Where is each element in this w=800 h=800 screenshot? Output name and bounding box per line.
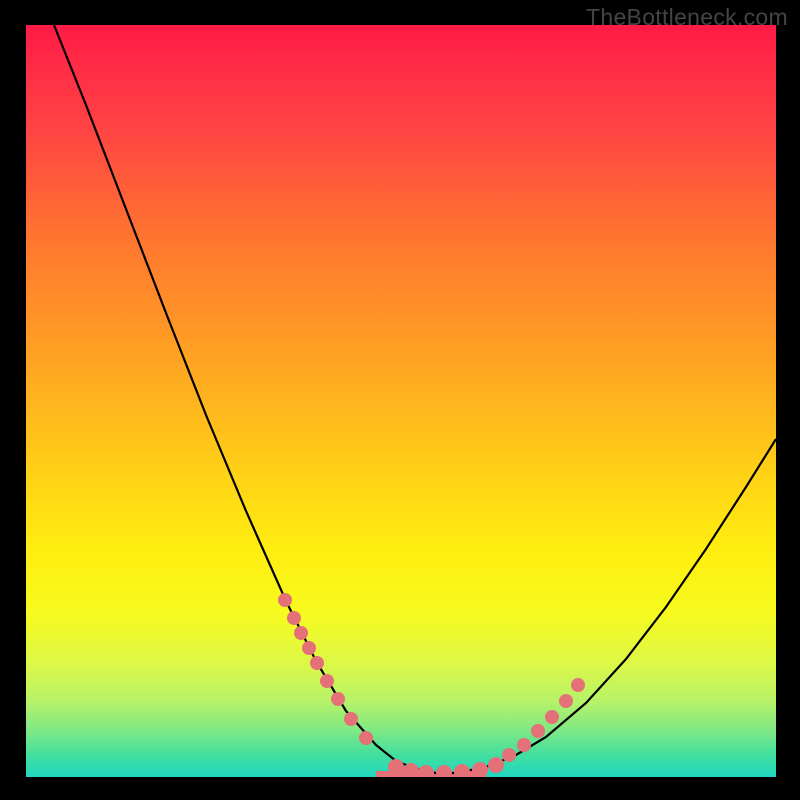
marker-dot — [278, 593, 292, 607]
marker-dot — [472, 762, 488, 777]
marker-dot — [294, 626, 308, 640]
marker-dot — [287, 611, 301, 625]
marker-dot — [502, 748, 516, 762]
marker-dot — [517, 738, 531, 752]
plot-area — [26, 25, 776, 777]
chart-svg — [26, 25, 776, 777]
marker-dot — [302, 641, 316, 655]
marker-dot — [531, 724, 545, 738]
marker-dot — [310, 656, 324, 670]
chart-frame: TheBottleneck.com — [0, 0, 800, 800]
marker-dot — [359, 731, 373, 745]
marker-dot — [571, 678, 585, 692]
marker-dot — [331, 692, 345, 706]
marker-dot — [418, 765, 434, 777]
bottleneck-curve — [54, 25, 776, 773]
marker-dot — [559, 694, 573, 708]
marker-dot — [344, 712, 358, 726]
marker-dot — [488, 757, 504, 773]
marker-dot — [388, 759, 404, 775]
marker-dot — [320, 674, 334, 688]
marker-dot — [454, 764, 470, 777]
marker-dot — [545, 710, 559, 724]
marker-dot — [436, 765, 452, 777]
